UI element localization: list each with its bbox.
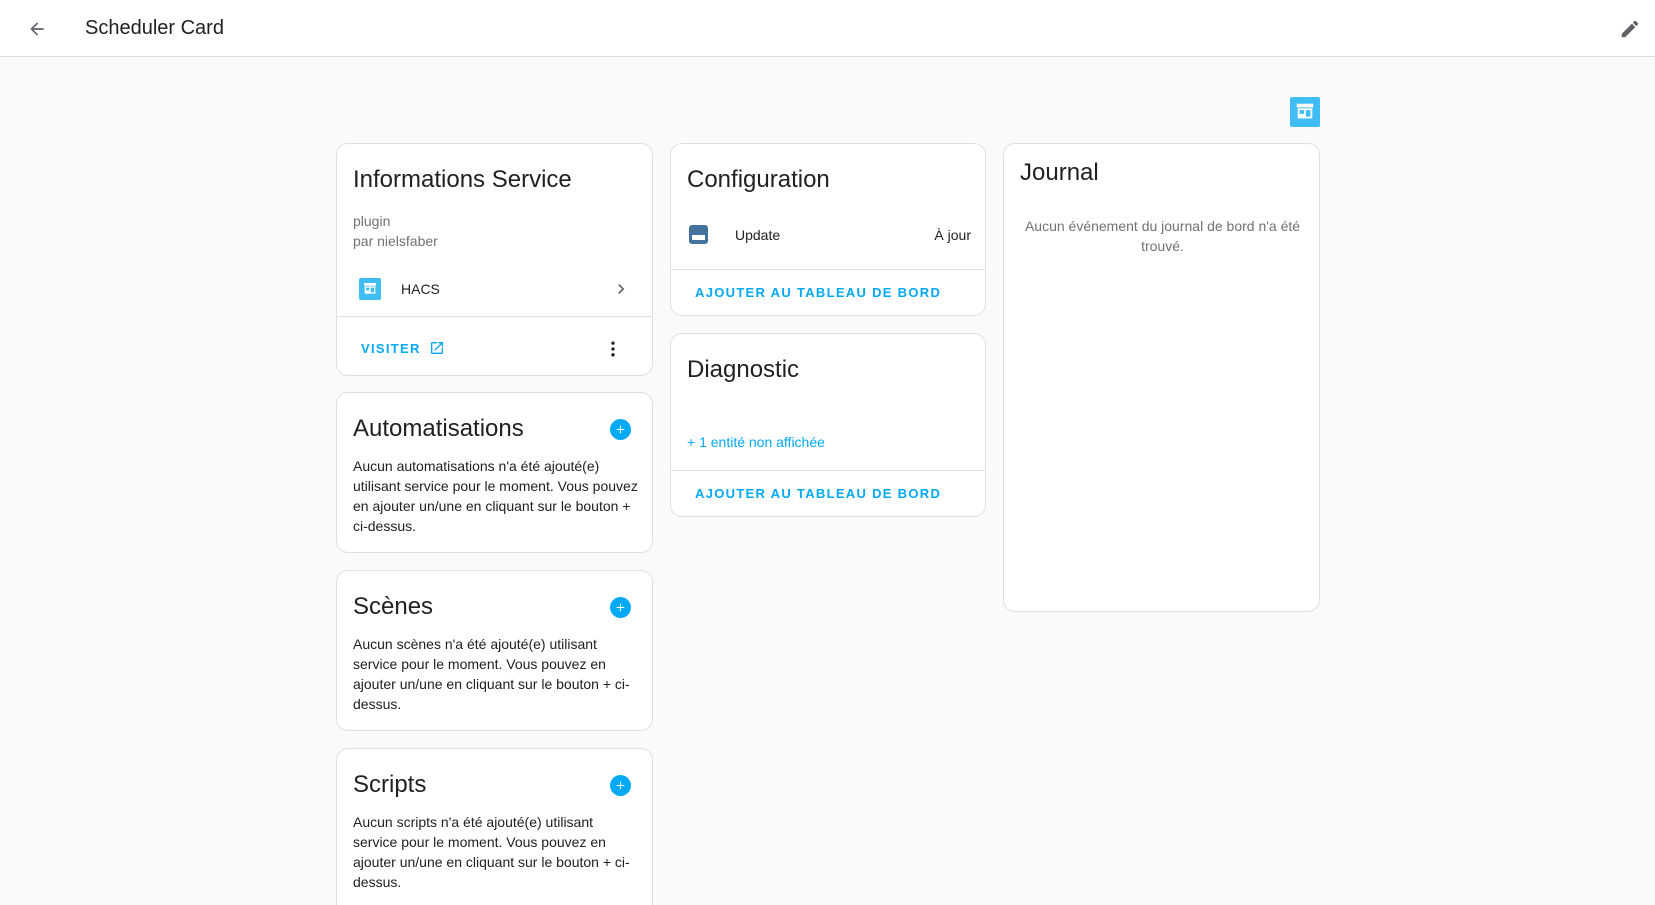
add-to-dashboard-label: AJOUTER AU TABLEAU DE BORD	[695, 285, 942, 300]
service-author: par nielsfaber	[353, 233, 438, 249]
info-card: Informations Service plugin par nielsfab…	[336, 143, 653, 376]
journal-card: Journal Aucun événement du journal de bo…	[1003, 143, 1320, 612]
back-button[interactable]	[22, 14, 52, 44]
configuration-card-title: Configuration	[687, 166, 830, 193]
plus-icon	[616, 425, 625, 434]
scripts-empty-text: Aucun scripts n'a été ajouté(e) utilisan…	[353, 814, 630, 890]
page-title: Scheduler Card	[85, 17, 224, 39]
integration-row[interactable]: HACS	[337, 269, 654, 311]
diagnostic-card: Diagnostic + 1 entité non affichée AJOUT…	[670, 333, 986, 517]
add-to-dashboard-button[interactable]: AJOUTER AU TABLEAU DE BORD	[695, 285, 941, 300]
entity-name: Update	[735, 227, 781, 243]
hacs-store-icon	[1296, 103, 1314, 119]
automations-card-title: Automatisations	[353, 415, 524, 442]
journal-card-title: Journal	[1020, 159, 1099, 186]
arrow-left-icon	[30, 22, 44, 36]
visit-label: VISITER	[361, 340, 421, 356]
scenes-empty-text: Aucun scènes n'a été ajouté(e) utilisant…	[353, 636, 630, 712]
diagnostic-add-to-dashboard-label: AJOUTER AU TABLEAU DE BORD	[695, 486, 942, 501]
info-card-divider	[337, 316, 652, 317]
update-entity-icon	[689, 225, 708, 244]
scenes-card: Scènes Aucun scènes n'a été ajouté(e) ut…	[336, 570, 653, 731]
automations-card: Automatisations Aucun automatisations n'…	[336, 392, 653, 553]
add-script-button[interactable]	[610, 775, 631, 796]
diagnostic-card-divider	[671, 470, 985, 471]
hacs-integration-icon	[359, 278, 381, 300]
scenes-card-title: Scènes	[353, 593, 434, 620]
visit-button[interactable]: VISITER	[361, 340, 445, 356]
diagnostic-card-title: Diagnostic	[687, 356, 800, 383]
configuration-card-divider	[671, 269, 985, 270]
chevron-right-icon	[618, 284, 625, 294]
entity-state: À jour	[934, 227, 971, 243]
edit-button[interactable]	[1615, 14, 1645, 44]
top-app-bar: Scheduler Card	[0, 0, 1655, 57]
hidden-entities-link[interactable]: + 1 entité non affichée	[687, 434, 825, 450]
scripts-card: Scripts Aucun scripts n'a été ajouté(e) …	[336, 748, 653, 905]
service-type: plugin	[353, 213, 391, 229]
configuration-card: Configuration Update À jour AJOUTER AU T…	[670, 143, 986, 316]
plus-icon	[616, 781, 625, 790]
integration-label: HACS	[401, 281, 440, 297]
pencil-icon	[1621, 20, 1639, 38]
diagnostic-add-to-dashboard-button[interactable]: AJOUTER AU TABLEAU DE BORD	[695, 486, 941, 501]
more-options-button[interactable]	[601, 337, 625, 361]
add-automation-button[interactable]	[610, 419, 631, 440]
add-scene-button[interactable]	[610, 597, 631, 618]
automations-empty-text: Aucun automatisations n'a été ajouté(e) …	[353, 458, 638, 534]
hacs-logo	[1290, 97, 1320, 127]
scripts-card-title: Scripts	[353, 771, 427, 798]
info-card-title: Informations Service	[353, 166, 572, 193]
journal-empty-text: Aucun événement du journal de bord n'a é…	[1024, 218, 1301, 254]
dots-vertical-icon	[611, 341, 615, 357]
plus-icon	[616, 603, 625, 612]
entity-row-update[interactable]: Update À jour	[671, 216, 987, 256]
open-in-new-icon	[430, 342, 443, 354]
